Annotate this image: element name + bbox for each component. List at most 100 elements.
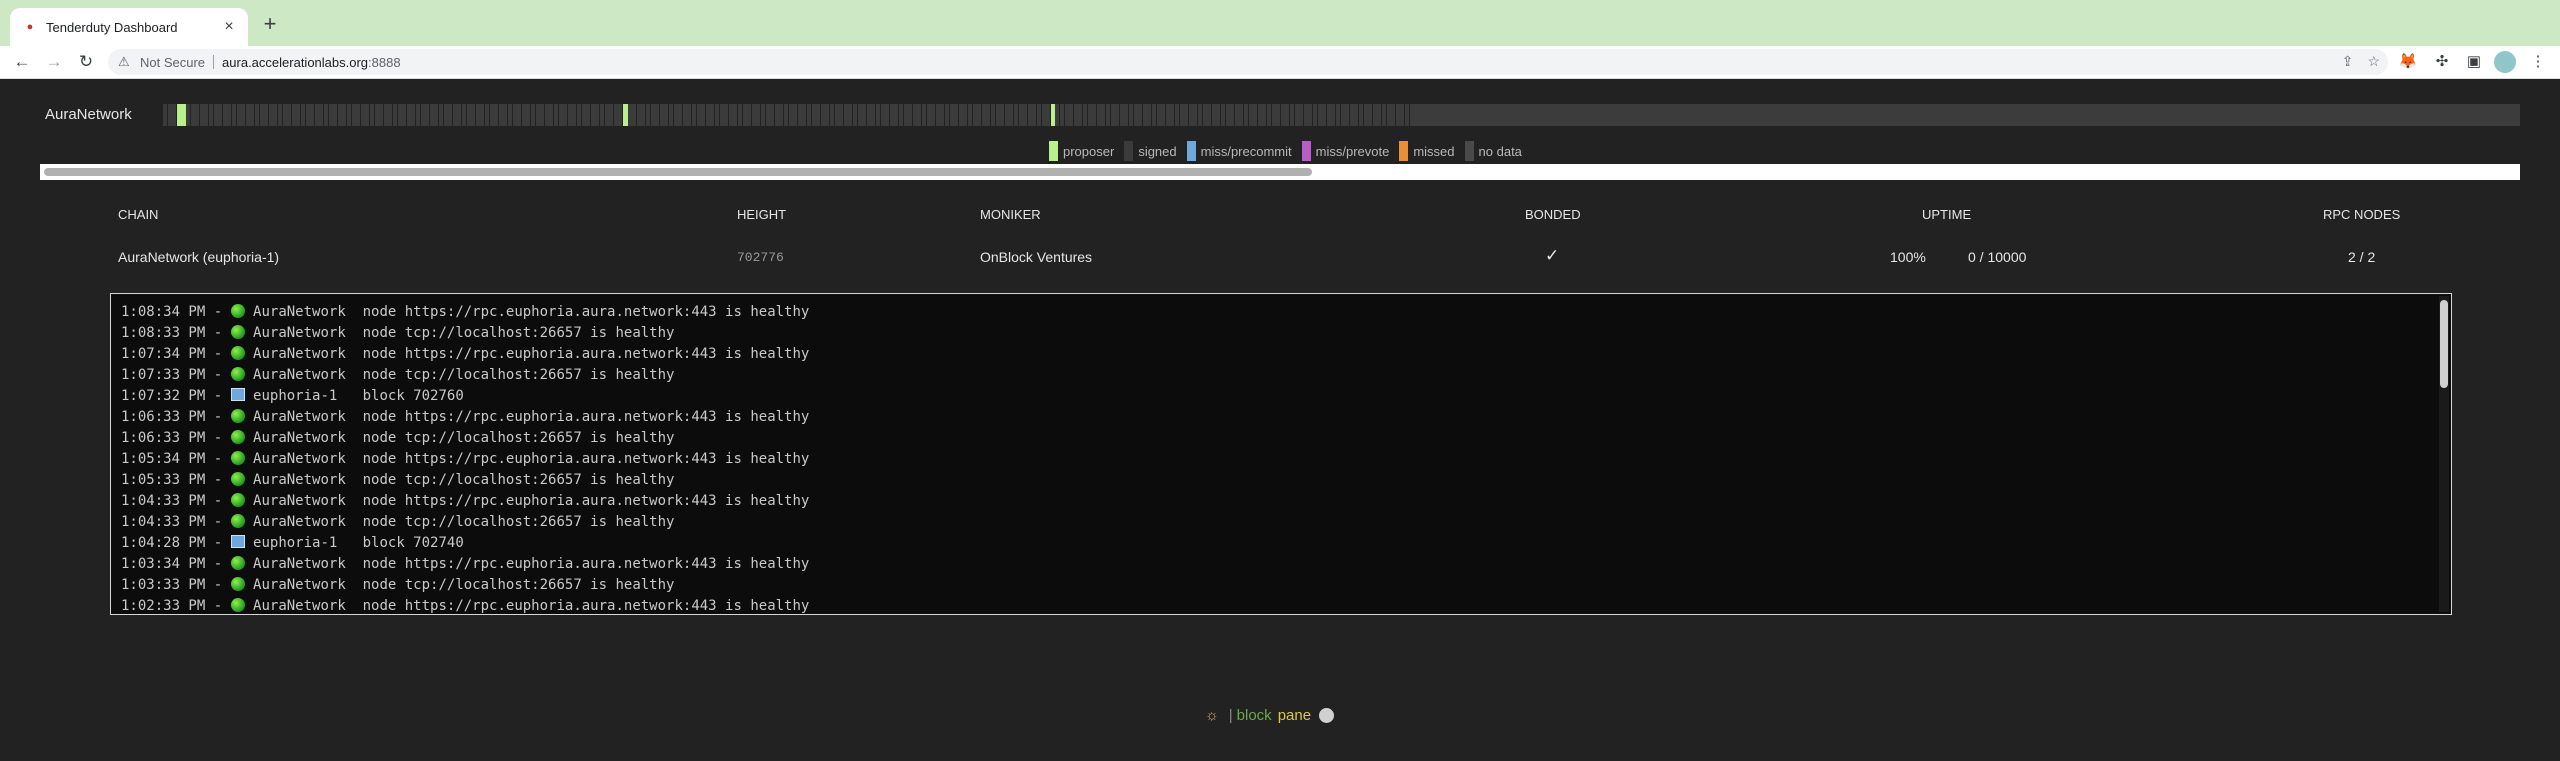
signed-block (1014, 104, 1018, 126)
signed-block (880, 104, 885, 126)
signed-block (839, 104, 844, 126)
signed-block (498, 104, 503, 126)
signed-block (521, 104, 526, 126)
signed-block (1391, 104, 1396, 126)
signed-block (268, 104, 273, 126)
signed-block (1023, 104, 1028, 126)
healthy-status-icon (230, 598, 245, 612)
close-tab-icon[interactable]: × (220, 18, 238, 36)
log-console[interactable]: 1:08:34 PM - AuraNetwork node https://rp… (110, 293, 2452, 615)
profile-avatar[interactable] (2494, 51, 2516, 73)
reload-icon[interactable]: ↻ (74, 50, 98, 74)
share-icon[interactable]: ⇪ (2342, 53, 2354, 70)
signed-block (1106, 104, 1110, 126)
footer-pane-link[interactable]: pane (1278, 707, 1311, 724)
healthy-status-icon (230, 325, 245, 339)
signed-block (581, 104, 586, 126)
signed-block (232, 104, 236, 126)
signed-block (360, 104, 365, 126)
log-scrollbar[interactable] (2439, 296, 2449, 612)
legend-label: missed (1413, 143, 1455, 159)
signed-block (1115, 104, 1120, 126)
healthy-status-icon (230, 493, 245, 507)
signed-block (305, 104, 310, 126)
signed-block (843, 104, 848, 126)
log-time: 1:07:34 PM (121, 346, 206, 362)
signed-block (705, 104, 710, 126)
metamask-icon[interactable]: 🦊 (2396, 50, 2420, 74)
horizontal-scrollbar[interactable] (40, 164, 2520, 180)
legend-label: miss/precommit (1200, 143, 1292, 159)
log-message: node https://rpc.euphoria.aura.network:4… (362, 451, 810, 467)
signed-block (1308, 104, 1313, 126)
network-name: AuraNetwork (45, 106, 132, 123)
healthy-status-icon (230, 451, 245, 465)
address-bar-actions: ⇪ ☆ (2342, 53, 2380, 70)
new-tab-button[interactable]: + (258, 12, 282, 36)
signed-block (1271, 104, 1276, 126)
signed-block (797, 104, 802, 126)
forward-icon[interactable]: → (42, 50, 66, 74)
scrollbar-thumb[interactable] (44, 168, 1312, 176)
log-lines: 1:08:34 PM - AuraNetwork node https://rp… (121, 302, 810, 614)
signed-block (475, 104, 480, 126)
theme-toggle-sun-icon[interactable]: ☼ (1205, 707, 1219, 724)
github-icon[interactable] (1319, 708, 1335, 723)
signed-block (1142, 104, 1147, 126)
signed-block (443, 104, 448, 126)
signed-block (613, 104, 618, 126)
legend-item: miss/precommit (1186, 141, 1292, 161)
menu-kebab-icon[interactable]: ⋮ (2526, 50, 2550, 74)
signed-block (209, 104, 213, 126)
log-scrollbar-thumb[interactable] (2440, 300, 2448, 388)
signed-block (632, 104, 637, 126)
signed-block (301, 104, 305, 126)
signed-block (374, 104, 379, 126)
signed-block (1119, 104, 1124, 126)
signed-block (186, 104, 190, 126)
signed-block (659, 104, 664, 126)
log-chain: AuraNetwork (253, 430, 346, 446)
signed-block (517, 104, 522, 126)
signed-block (1046, 104, 1051, 126)
signed-block (1184, 104, 1189, 126)
signed-block (1161, 104, 1166, 126)
signed-block (508, 104, 512, 126)
signed-block (963, 104, 968, 126)
signed-block (563, 104, 568, 126)
signed-block (388, 104, 393, 126)
bookmark-star-icon[interactable]: ☆ (2367, 53, 2380, 70)
no-data-region (1412, 104, 2520, 126)
log-chain: AuraNetwork (253, 556, 346, 572)
browser-toolbar: ← → ↻ ⚠ Not Secure aura.accelerationlabs… (0, 46, 2560, 79)
legend-label: miss/prevote (1315, 143, 1390, 159)
log-time: 1:07:33 PM (121, 367, 206, 383)
signed-block (802, 104, 807, 126)
signed-block (770, 104, 775, 126)
signed-block (834, 104, 839, 126)
signed-block (264, 104, 269, 126)
signed-block (866, 104, 871, 126)
log-line: 1:08:33 PM - AuraNetwork node tcp://loca… (121, 325, 675, 341)
browser-tab[interactable]: ● Tenderduty Dashboard × (10, 8, 248, 46)
signed-block (1009, 104, 1014, 126)
signed-block (710, 104, 715, 126)
address-bar[interactable]: ⚠ Not Secure aura.accelerationlabs.org:8… (108, 49, 2388, 75)
cell-chain: AuraNetwork (euphoria-1) (118, 249, 280, 265)
log-chain: AuraNetwork (253, 304, 346, 320)
address-separator (213, 55, 215, 69)
back-icon[interactable]: ← (10, 50, 34, 74)
header-chain: CHAIN (118, 207, 159, 222)
signed-block (485, 104, 489, 126)
side-panel-icon[interactable]: ▣ (2462, 50, 2486, 74)
footer-block-link[interactable]: block (1237, 707, 1272, 724)
healthy-status-icon (230, 304, 245, 318)
signed-block (1368, 104, 1373, 126)
signed-block (462, 104, 466, 126)
signed-block (255, 104, 259, 126)
signed-block (1138, 104, 1143, 126)
legend-swatch (1399, 141, 1409, 161)
signed-block (586, 104, 591, 126)
healthy-status-icon (230, 514, 245, 528)
extensions-puzzle-icon[interactable]: ✣ (2430, 50, 2454, 74)
